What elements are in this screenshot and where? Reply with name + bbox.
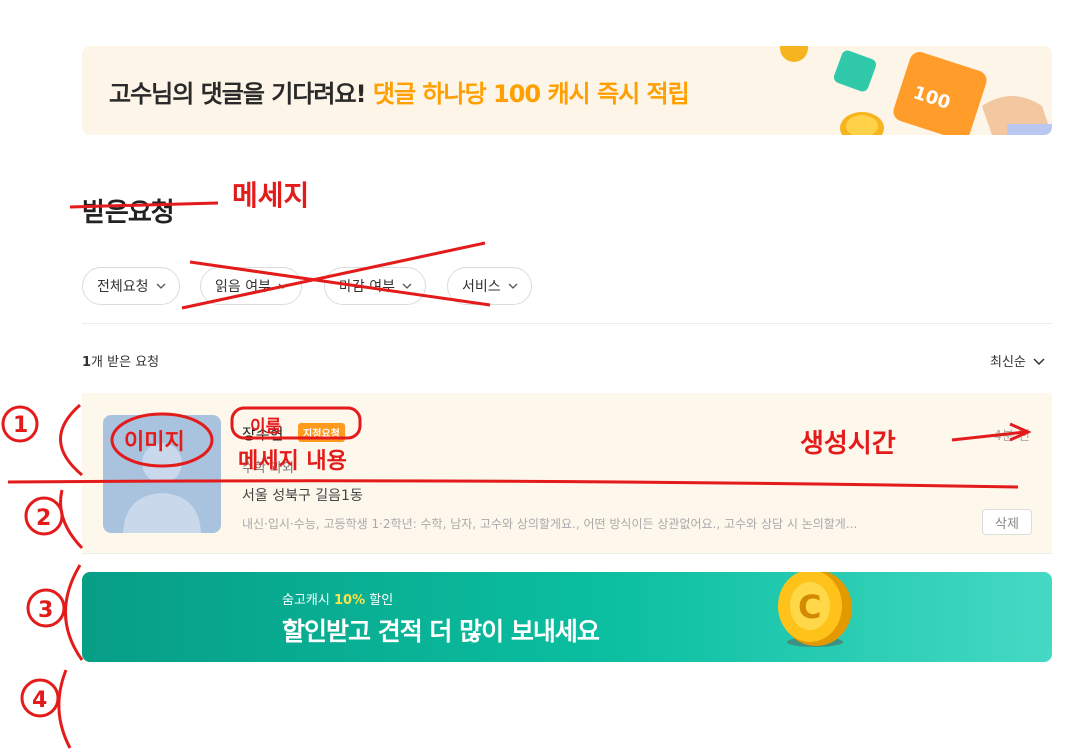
request-summary: 내신·입시·수능, 고등학생 1·2학년: 수학, 남자, 고수와 상의할게요.… [242,517,858,531]
bracket-2 [59,489,84,550]
filter-label: 읽음 여부 [215,279,271,295]
request-location: 서울 성북구 길음1동 [242,488,363,504]
coin-top-icon [780,46,808,62]
chevron-down-icon [508,283,518,289]
cash-banner-title: 할인받고 견적 더 많이 보내세요 [282,617,600,646]
delete-button[interactable]: 삭제 [982,509,1032,535]
request-count: 1개 받은 요청 [82,351,159,370]
cash-banner-subtitle: 숨고캐시 10% 할인 [282,589,393,608]
svg-text:C: C [798,588,821,626]
bracket-1 [59,403,83,477]
annotation-num-2: 2 [36,506,51,531]
sort-dropdown[interactable]: 최신순 [990,351,1046,370]
request-category: 수학 과외 [242,461,294,476]
num-circle-4 [20,678,60,718]
annotation-title-replacement: 메세지 [232,179,309,212]
request-card[interactable]: 장수현 지정요청 4분 전 수학 과외 서울 성북구 길음1동 내신·입시·수능… [82,393,1052,554]
chevron-down-icon [278,283,288,289]
filter-deadline-status[interactable]: 마감 여부 [324,267,426,305]
puzzle-coin-illustration: 100 [780,46,1052,135]
filter-label: 마감 여부 [339,279,395,295]
num-circle-2 [24,496,64,536]
page-title: 받은요청 [82,198,175,228]
direct-request-badge: 지정요청 [298,423,345,442]
bracket-3 [64,564,84,661]
filter-service[interactable]: 서비스 [447,267,532,305]
request-time: 4분 전 [993,429,1030,444]
promo-banner-text: 고수님의 댓글을 기다려요! 댓글 하나당 100 캐시 즉시 적립 [109,74,690,109]
cash-banner-pct: 10% [333,593,366,608]
filter-all-requests[interactable]: 전체요청 [82,267,180,305]
cash-discount-banner[interactable]: 숨고캐시 10% 할인 할인받고 견적 더 많이 보내세요 C [82,572,1052,662]
num-circle-3 [26,588,66,628]
requester-name: 장수현 [242,425,284,443]
avatar [103,415,221,533]
request-count-suffix: 개 받은 요청 [91,355,160,370]
request-count-number: 1 [82,355,92,370]
annotation-num-1: 1 [13,413,28,438]
filter-read-status[interactable]: 읽음 여부 [200,267,302,305]
chevron-down-icon [402,283,412,289]
user-placeholder-icon [123,443,201,533]
chevron-down-icon [1033,357,1045,365]
annotation-num-3: 3 [38,598,53,623]
coin-c-icon: C [778,572,852,647]
annotation-num-4: 4 [32,688,47,713]
puzzle-green-icon [833,50,877,92]
bracket-4 [57,669,72,749]
promo-banner-prefix: 고수님의 댓글을 기다려요! [109,80,367,108]
promo-banner-highlight: 댓글 하나당 100 캐시 즉시 적립 [372,80,690,108]
divider [82,323,1052,324]
promo-banner-comment[interactable]: 고수님의 댓글을 기다려요! 댓글 하나당 100 캐시 즉시 적립 100 [82,46,1052,135]
filter-label: 서비스 [462,279,501,295]
num-circle-1 [1,405,39,443]
cash-banner-sub-prefix: 숨고캐시 [282,593,330,608]
sort-label: 최신순 [990,355,1026,370]
cash-banner-sub-suffix: 할인 [369,593,394,608]
filter-label: 전체요청 [97,279,149,295]
chevron-down-icon [156,283,165,289]
